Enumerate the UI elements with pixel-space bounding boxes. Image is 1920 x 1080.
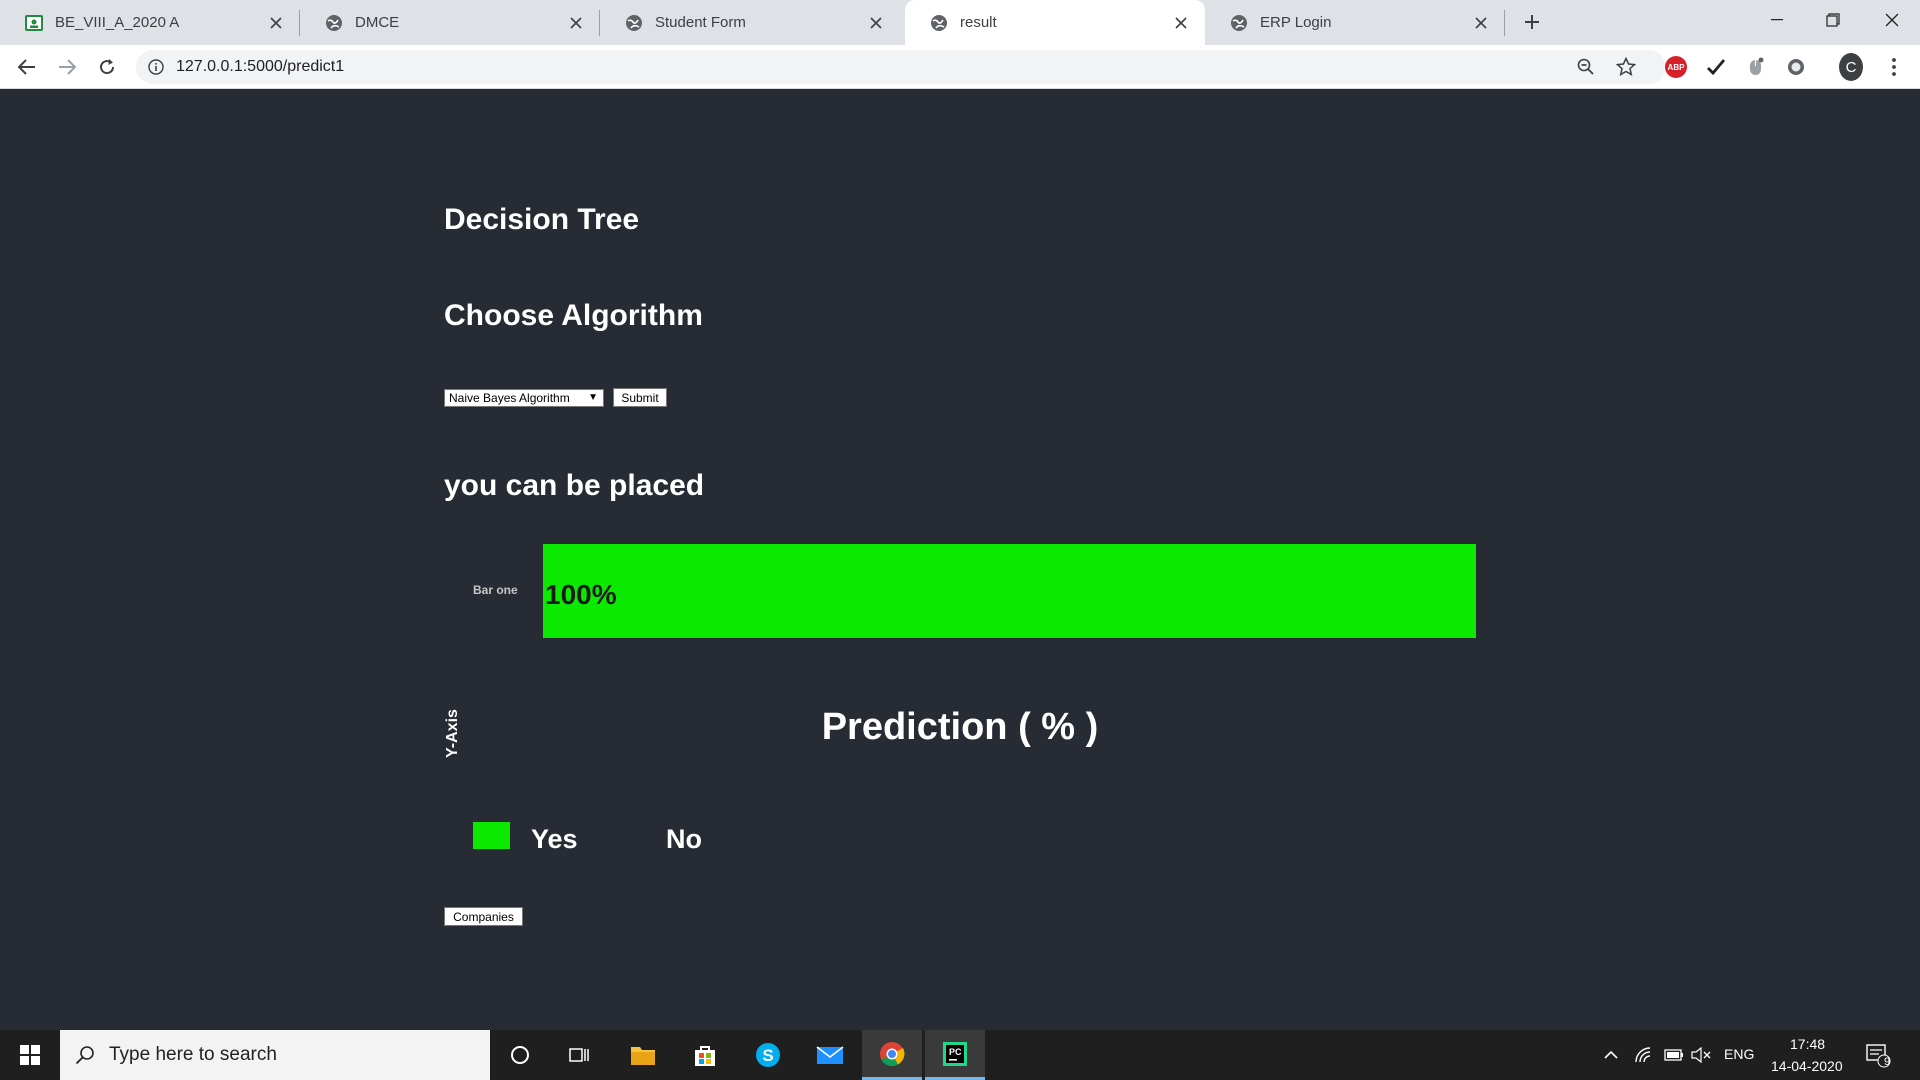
submit-button[interactable]: Submit <box>613 388 667 407</box>
forward-button[interactable] <box>52 52 82 82</box>
mouse-extension-icon[interactable] <box>1744 55 1768 79</box>
task-view-icon <box>569 1048 589 1062</box>
tab-title: BE_VIII_A_2020 A <box>55 14 180 31</box>
legend-no-label: No <box>666 824 702 854</box>
bar-one: 100% <box>543 544 1476 638</box>
tab-erp-login[interactable]: ERP Login <box>1205 0 1505 45</box>
avatar[interactable]: C <box>1839 53 1863 81</box>
back-button[interactable] <box>12 52 42 82</box>
chrome-button[interactable] <box>862 1030 922 1080</box>
legend-yes-label: Yes <box>531 824 578 854</box>
restore-button[interactable] <box>1805 0 1861 40</box>
plus-icon <box>1525 15 1539 29</box>
tab-separator <box>1504 10 1505 36</box>
search-icon <box>75 1046 94 1065</box>
prediction-result-text: you can be placed <box>444 469 705 502</box>
chevron-down-icon: ▼ <box>588 392 598 403</box>
tab-result[interactable]: result <box>905 0 1205 45</box>
legend-yes-swatch <box>473 822 510 849</box>
task-view-button[interactable] <box>550 1030 610 1080</box>
notification-count: 9 <box>1884 1056 1891 1068</box>
url-text: 127.0.0.1:5000/predict1 <box>176 58 345 75</box>
taskbar-search[interactable]: Type here to search <box>60 1030 490 1080</box>
arrow-left-icon <box>18 59 35 75</box>
close-window-button[interactable] <box>1864 0 1920 40</box>
reload-icon <box>100 59 115 75</box>
search-placeholder: Type here to search <box>109 1044 277 1065</box>
windows-icon <box>20 1045 40 1065</box>
tab-student-form[interactable]: Student Form <box>600 0 900 45</box>
close-icon <box>1885 13 1899 27</box>
browser-toolbar: 127.0.0.1:5000/predict1 ABP C <box>0 45 1920 89</box>
skype-icon: S <box>756 1043 780 1067</box>
address-bar[interactable]: 127.0.0.1:5000/predict1 <box>136 50 1666 84</box>
battery-icon[interactable] <box>1659 1030 1689 1080</box>
close-icon[interactable] <box>1467 9 1495 37</box>
tab-title: Student Form <box>655 14 746 31</box>
bar-category-label: Bar one <box>473 583 518 597</box>
close-icon[interactable] <box>562 9 590 37</box>
bar-value-label: 100% <box>545 579 617 610</box>
page-title: Decision Tree <box>444 203 640 236</box>
zoom-icon[interactable] <box>1574 55 1598 79</box>
close-icon[interactable] <box>1167 9 1195 37</box>
cortana-icon <box>511 1046 529 1064</box>
tab-dmce[interactable]: DMCE <box>300 0 600 45</box>
bar-track: 100% <box>543 544 1476 638</box>
reload-button[interactable] <box>92 52 122 82</box>
tab-classroom[interactable]: BE_VIII_A_2020 A <box>0 0 300 45</box>
tray-chevron-up-icon[interactable] <box>1596 1030 1626 1080</box>
companies-button[interactable]: Companies <box>444 907 523 926</box>
globe-icon <box>930 14 948 32</box>
mail-button[interactable] <box>800 1030 860 1080</box>
cortana-button[interactable] <box>490 1030 550 1080</box>
svg-text:PC: PC <box>949 1047 962 1057</box>
page-content: Decision Tree Choose Algorithm Naive Bay… <box>0 89 1920 1030</box>
tab-title: DMCE <box>355 14 400 31</box>
folder-icon <box>631 1047 655 1065</box>
choose-algorithm-heading: Choose Algorithm <box>444 299 703 332</box>
store-icon <box>695 1046 715 1066</box>
tab-strip: BE_VIII_A_2020 A DMCE Student Form resul… <box>0 0 1920 45</box>
chrome-icon <box>880 1041 905 1066</box>
checkmark-extension-icon[interactable] <box>1704 55 1728 79</box>
classroom-icon <box>25 14 43 32</box>
volume-muted-icon[interactable] <box>1686 1030 1716 1080</box>
bookmark-star-icon[interactable] <box>1614 55 1638 79</box>
pycharm-icon: PC <box>943 1041 967 1066</box>
circle-extension-icon[interactable] <box>1784 55 1808 79</box>
info-icon[interactable] <box>136 59 176 75</box>
start-button[interactable] <box>0 1030 60 1080</box>
tab-title: result <box>960 14 997 31</box>
pycharm-button[interactable]: PC <box>925 1030 985 1080</box>
arrow-right-icon <box>59 59 76 75</box>
restore-icon <box>1826 13 1840 27</box>
globe-icon <box>625 14 643 32</box>
minimize-icon <box>1771 19 1783 21</box>
new-tab-button[interactable] <box>1517 7 1547 37</box>
skype-button[interactable]: S <box>738 1030 798 1080</box>
clock-time[interactable]: 17:48 <box>1790 1036 1825 1052</box>
chart-title: Prediction ( % ) <box>821 706 1099 748</box>
globe-icon <box>1230 14 1248 32</box>
language-indicator[interactable]: ENG <box>1724 1046 1754 1062</box>
close-icon[interactable] <box>262 9 290 37</box>
mail-icon <box>816 1046 844 1064</box>
store-button[interactable] <box>675 1030 735 1080</box>
minimize-button[interactable] <box>1749 0 1805 40</box>
algorithm-select[interactable]: Naive Bayes Algorithm ▼ <box>444 389 604 407</box>
wifi-icon[interactable] <box>1629 1030 1659 1080</box>
adblock-extension-icon[interactable]: ABP <box>1664 55 1688 79</box>
menu-kebab-icon[interactable] <box>1882 55 1906 79</box>
close-icon[interactable] <box>862 9 890 37</box>
globe-icon <box>325 14 343 32</box>
tab-title: ERP Login <box>1260 14 1332 31</box>
file-explorer-button[interactable] <box>613 1030 673 1080</box>
clock-date[interactable]: 14-04-2020 <box>1771 1058 1843 1074</box>
notification-center-button[interactable]: 9 <box>1853 1030 1903 1080</box>
taskbar: Type here to search S PC ENG 17:48 14-04… <box>0 1030 1920 1080</box>
algorithm-select-value: Naive Bayes Algorithm <box>449 391 570 405</box>
svg-text:S: S <box>762 1046 773 1065</box>
